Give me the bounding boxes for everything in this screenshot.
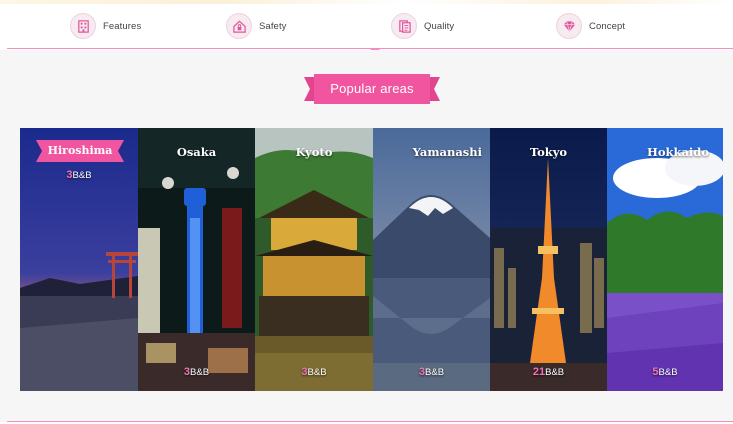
building-icon: [70, 13, 96, 39]
nav-item-safety[interactable]: Safety: [226, 6, 287, 46]
nav-label-safety: Safety: [259, 20, 287, 32]
area-count: 3B&B: [183, 366, 210, 378]
nav-label-features: Features: [103, 20, 142, 32]
nav-item-features[interactable]: Features: [70, 6, 141, 46]
top-decorative-strip: [0, 0, 733, 4]
area-name: Hokkaido: [646, 145, 709, 159]
section-title: Popular areas: [330, 81, 414, 96]
area-card-yamanashi[interactable]: Yamanashi 3B&B: [373, 128, 490, 391]
area-name: Yamanashi: [412, 145, 482, 159]
kyoto-image: [255, 128, 373, 391]
nav-label-quality: Quality: [424, 20, 455, 32]
osaka-image: [138, 128, 255, 391]
feature-nav: Features Safety Quality Concept: [0, 6, 733, 46]
section-bottom-divider: [7, 421, 733, 422]
area-count: 3B&B: [301, 366, 327, 378]
area-count: 5B&B: [652, 366, 678, 378]
area-name: Hiroshima: [47, 144, 113, 157]
area-count: 21B&B: [532, 366, 565, 378]
area-count: 3B&B: [418, 366, 445, 378]
tokyo-image: [490, 128, 607, 391]
area-gallery: Hiroshima 3B&B Osaka 3B&B Kyoto 3B&B Yam…: [20, 128, 723, 391]
nav-label-concept: Concept: [589, 20, 626, 32]
diamond-icon: [556, 13, 582, 39]
area-card-osaka[interactable]: Osaka 3B&B: [138, 128, 255, 391]
hokkaido-image: [607, 128, 723, 391]
section-title-banner: Popular areas: [304, 74, 440, 104]
area-name: Kyoto: [295, 145, 333, 159]
area-card-hiroshima[interactable]: Hiroshima 3B&B: [20, 128, 138, 391]
area-card-kyoto[interactable]: Kyoto 3B&B: [255, 128, 373, 391]
area-name: Tokyo: [529, 145, 568, 159]
hiroshima-ribbon: Hiroshima: [36, 140, 124, 162]
hiroshima-image: [20, 128, 138, 391]
nav-item-quality[interactable]: Quality: [391, 6, 454, 46]
area-name: Osaka: [176, 145, 217, 159]
area-card-tokyo[interactable]: Tokyo 21B&B: [490, 128, 607, 391]
area-count: 3B&B: [66, 169, 92, 181]
nav-item-concept[interactable]: Concept: [556, 6, 625, 46]
area-card-hokkaido[interactable]: Hokkaido 5B&B: [607, 128, 723, 391]
document-icon: [391, 13, 417, 39]
yamanashi-image: [373, 128, 490, 391]
house-lock-icon: [226, 13, 252, 39]
